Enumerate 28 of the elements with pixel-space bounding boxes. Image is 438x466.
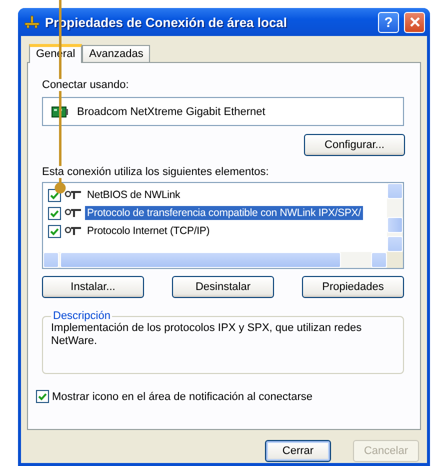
action-button[interactable]: Instalar... (42, 276, 144, 298)
description-title: Descripción (52, 310, 112, 322)
close-icon (408, 16, 420, 28)
components-label: Esta conexión utiliza los siguientes elementos: (42, 166, 269, 178)
protocol-icon (64, 226, 82, 236)
connect-using-label: Conectar usando: (42, 79, 129, 91)
close-button[interactable] (404, 12, 425, 32)
list-item[interactable]: Protocolo Internet (TCP/IP) (85, 224, 212, 238)
network-icon (24, 15, 40, 29)
protocol-icon (64, 190, 82, 200)
tab[interactable]: Avanzadas (82, 45, 150, 62)
action-button[interactable]: Desinstalar (172, 276, 274, 298)
list-item[interactable]: Protocolo de transferencia compatible con NWLink IPX/SPX/ (85, 206, 363, 220)
checkbox[interactable] (48, 206, 61, 220)
horizontal-scrollbar[interactable] (43, 252, 387, 268)
protocol-icon (64, 208, 82, 218)
scrollbar-corner (387, 252, 403, 268)
description-text: Implementación de los protocolos IPX y SPX, que utilizan redes NetWare. (51, 322, 363, 348)
checkbox[interactable] (48, 224, 61, 238)
adapter-field: Broadcom NetXtreme Gigabit Ethernet (42, 97, 404, 126)
checkbox-label[interactable]: Mostrar icono en el área de notificación al conectarse (52, 390, 312, 402)
help-button[interactable]: ? (378, 12, 399, 32)
checkbox[interactable] (36, 390, 49, 403)
dialog-button[interactable]: Cerrar (265, 440, 331, 462)
list-item[interactable]: NetBIOS de NWLink (85, 188, 182, 202)
configure-button[interactable]: Configurar... (304, 134, 405, 156)
vertical-scrollbar[interactable] (387, 183, 403, 252)
action-button[interactable]: Propiedades (302, 276, 404, 298)
